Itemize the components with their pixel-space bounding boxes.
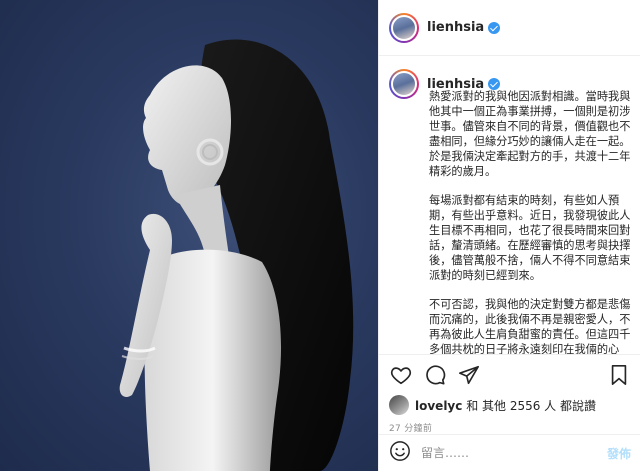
emoji-icon[interactable] <box>389 440 411 466</box>
post-timestamp[interactable]: 27 分鐘前 <box>389 421 631 434</box>
comment-icon[interactable] <box>423 363 447 387</box>
likes-summary[interactable]: 和 其他 2556 人 都說讚 <box>466 399 596 413</box>
caption-area: lienhsia 熱愛派對的我與他因派對相識。當時我與他其中一個正為事業拼搏，一… <box>379 57 640 354</box>
post-side-panel: lienhsia lienhsia 熱愛派對的我與他因派對相識。當時我與他其中一… <box>378 0 640 471</box>
avatar[interactable] <box>389 12 419 43</box>
likes-row: lovelyc 和 其他 2556 人 都說讚 <box>389 395 631 415</box>
instagram-post: lienhsia lienhsia 熱愛派對的我與他因派對相識。當時我與他其中一… <box>0 0 640 471</box>
username[interactable]: lienhsia <box>427 20 484 35</box>
avatar-image <box>391 71 417 97</box>
liker-avatar[interactable] <box>389 395 409 415</box>
caption-text: 熱愛派對的我與他因派對相識。當時我與他其中一個正為事業拼搏，一個則是初涉世事。儘… <box>429 89 631 354</box>
comment-bar: 發佈 <box>379 434 640 471</box>
action-bar: lovelyc 和 其他 2556 人 都說讚 27 分鐘前 <box>379 354 640 434</box>
first-liker[interactable]: lovelyc <box>415 399 462 413</box>
comment-input[interactable] <box>421 446 607 460</box>
share-icon[interactable] <box>457 363 481 387</box>
action-icons <box>389 361 631 389</box>
portrait-illustration <box>119 39 354 471</box>
heart-icon[interactable] <box>389 363 413 387</box>
verified-badge-icon <box>488 21 501 34</box>
bookmark-icon[interactable] <box>607 363 631 387</box>
caption-paragraph: 不可否認，我與他的決定對雙方都是悲傷而沉痛的，此後我倆不再是親密愛人，不再為彼此… <box>429 298 631 354</box>
post-header: lienhsia <box>379 0 640 56</box>
caption-avatar[interactable] <box>389 69 419 99</box>
post-photo[interactable] <box>0 0 378 471</box>
caption-paragraph: 熱愛派對的我與他因派對相識。當時我與他其中一個正為事業拼搏，一個則是初涉世事。儘… <box>429 90 631 178</box>
post-comment-button[interactable]: 發佈 <box>607 445 631 462</box>
likes-text: lovelyc 和 其他 2556 人 都說讚 <box>415 397 596 414</box>
avatar-image <box>391 14 417 41</box>
caption-paragraph: 每場派對都有結束的時刻，有些如人預期，有些出乎意料。近日，我發現彼此人生目標不再… <box>429 194 631 282</box>
